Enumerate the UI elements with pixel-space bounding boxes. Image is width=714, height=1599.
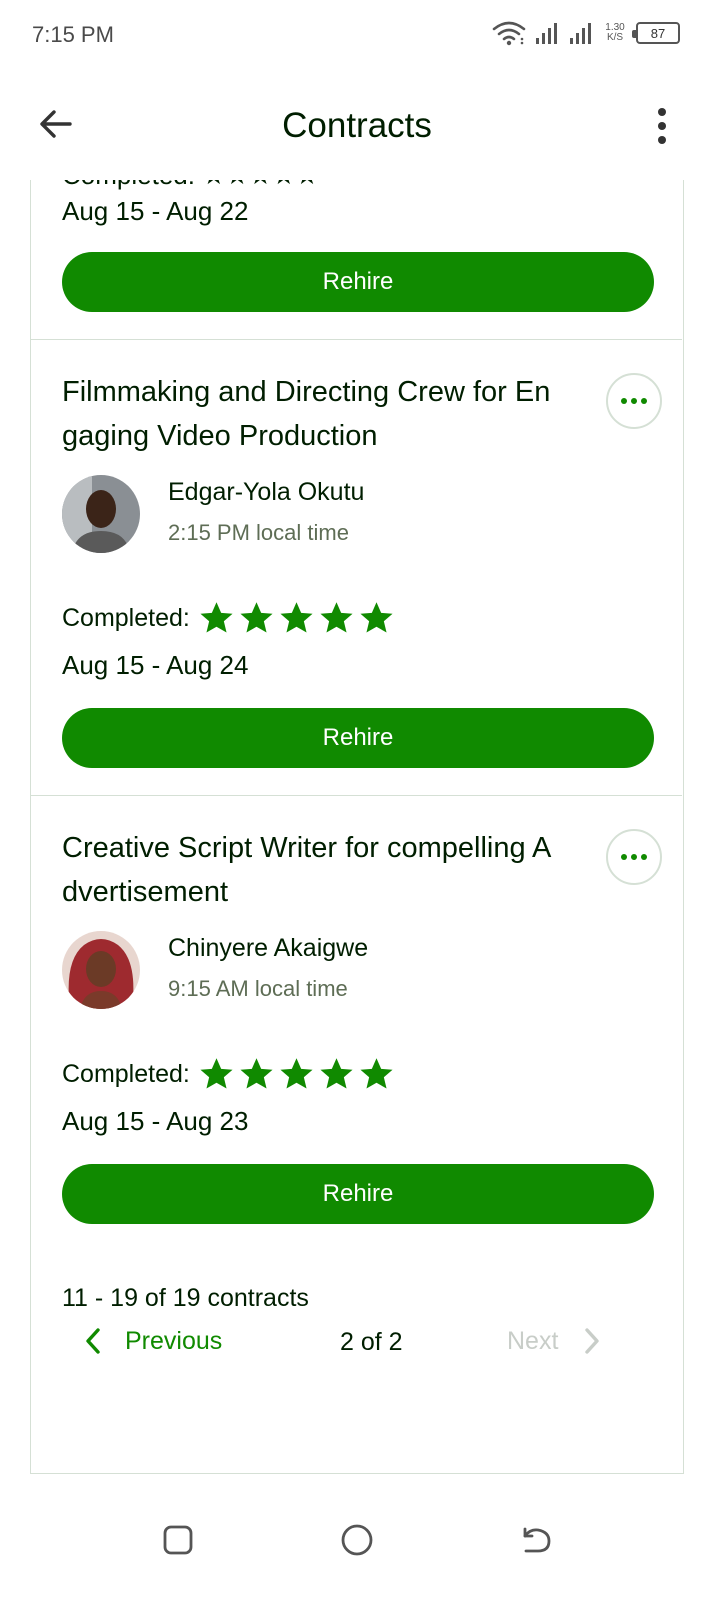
star-icon bbox=[280, 602, 313, 633]
wifi-icon bbox=[492, 21, 526, 46]
signal-icon bbox=[570, 23, 591, 44]
next-page-button[interactable]: Next bbox=[507, 1326, 602, 1356]
star-rating bbox=[198, 600, 395, 636]
local-time: 9:15 AM local time bbox=[168, 976, 348, 1001]
star-icon bbox=[320, 1058, 353, 1089]
contracts-count: 11 - 19 of 19 contracts bbox=[62, 1284, 309, 1312]
rehire-button-label: Rehire bbox=[322, 1180, 394, 1207]
signal-icon bbox=[536, 23, 557, 44]
star-icon bbox=[360, 1058, 393, 1089]
chevron-left-icon bbox=[86, 1328, 100, 1354]
chevron-right-icon bbox=[585, 1328, 600, 1354]
status-time: 7:15 PM bbox=[32, 22, 114, 47]
star-icon bbox=[240, 602, 273, 633]
star-icon bbox=[280, 1058, 313, 1089]
status-icons: 1.30 K/S 87 bbox=[492, 20, 680, 46]
previous-label: Previous bbox=[125, 1326, 223, 1355]
system-nav-bar bbox=[0, 1490, 714, 1599]
page-indicator: 2 of 2 bbox=[340, 1328, 403, 1356]
rehire-button-label: Rehire bbox=[322, 268, 394, 295]
star-rating bbox=[198, 1056, 395, 1092]
freelancer-name[interactable]: Edgar-Yola Okutu bbox=[168, 478, 364, 507]
rehire-button-label: Rehire bbox=[322, 724, 394, 751]
contract-card: Filmmaking and Directing Crew for Engagi… bbox=[31, 340, 682, 796]
contract-card: Completed: ★★★★★ Aug 15 - Aug 22 Rehire bbox=[31, 180, 682, 340]
rehire-button[interactable]: Rehire bbox=[62, 252, 654, 312]
contract-dates: Aug 15 - Aug 23 bbox=[62, 1106, 249, 1136]
page-title: Contracts bbox=[282, 106, 432, 145]
app-bar: Contracts bbox=[0, 86, 714, 170]
avatar bbox=[62, 931, 140, 1009]
more-vertical-icon[interactable] bbox=[650, 106, 674, 146]
contract-dates: Aug 15 - Aug 24 bbox=[62, 650, 249, 680]
rehire-button[interactable]: Rehire bbox=[62, 708, 654, 768]
completed-label: Completed: bbox=[62, 1059, 190, 1088]
local-time: 2:15 PM local time bbox=[168, 520, 349, 545]
net-speed: 1.30 K/S bbox=[602, 23, 628, 43]
avatar bbox=[62, 475, 140, 553]
star-icon bbox=[360, 602, 393, 633]
battery-level: 87 bbox=[650, 25, 666, 41]
status-bar: 7:15 PM 1.30 K/S 87 bbox=[0, 0, 714, 72]
contracts-list: Completed: ★★★★★ Aug 15 - Aug 22 Rehire … bbox=[30, 180, 684, 1474]
star-icon bbox=[200, 602, 233, 633]
next-label: Next bbox=[507, 1326, 559, 1355]
recents-square-icon[interactable] bbox=[158, 1520, 198, 1560]
home-circle-icon[interactable] bbox=[337, 1520, 377, 1560]
job-title[interactable]: Filmmaking and Directing Crew for Engagi… bbox=[62, 370, 552, 458]
back-return-icon[interactable] bbox=[516, 1520, 556, 1560]
contract-card: Creative Script Writer for compelling Ad… bbox=[31, 796, 682, 1252]
freelancer-name[interactable]: Chinyere Akaigwe bbox=[168, 934, 368, 963]
completed-label: Completed: bbox=[62, 603, 190, 632]
star-icon bbox=[240, 1058, 273, 1089]
pagination: Previous 2 of 2 Next bbox=[31, 1322, 682, 1372]
star-icon bbox=[200, 1058, 233, 1089]
job-title[interactable]: Creative Script Writer for compelling Ad… bbox=[62, 826, 552, 914]
completed-rating: Completed: bbox=[62, 600, 395, 636]
contract-dates: Aug 15 - Aug 22 bbox=[62, 196, 249, 226]
star-icon bbox=[320, 602, 353, 633]
clipped-completed-text: Completed: ★★★★★ bbox=[62, 180, 319, 191]
battery-icon: 87 bbox=[632, 22, 680, 44]
completed-rating: Completed: bbox=[62, 1056, 395, 1092]
card-more-icon[interactable] bbox=[606, 829, 662, 885]
card-more-icon[interactable] bbox=[606, 373, 662, 429]
rehire-button[interactable]: Rehire bbox=[62, 1164, 654, 1224]
net-speed-unit: K/S bbox=[606, 32, 624, 43]
previous-page-button[interactable]: Previous bbox=[83, 1326, 222, 1356]
